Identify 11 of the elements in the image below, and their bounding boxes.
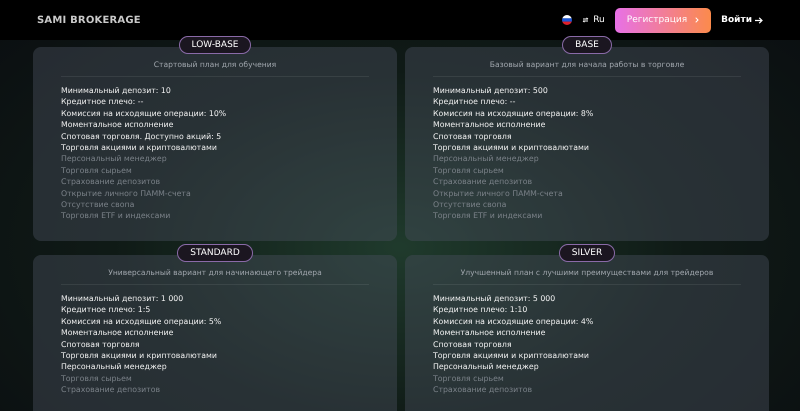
plan-name-badge: SILVER (558, 244, 616, 262)
arrow-right-icon (755, 16, 763, 24)
chevron-icon (695, 17, 700, 23)
flag-icon (562, 15, 572, 25)
swap-icon (582, 17, 590, 23)
login-link[interactable]: Войти (721, 15, 763, 25)
logo[interactable]: SAMI BROKERAGE (37, 14, 141, 26)
plan-name-badge: LOW-BASE (178, 36, 252, 54)
plan-name-badge: STANDARD (177, 244, 253, 262)
language-selector[interactable]: Ru (582, 15, 605, 25)
plan-name-badge: BASE (562, 36, 612, 54)
